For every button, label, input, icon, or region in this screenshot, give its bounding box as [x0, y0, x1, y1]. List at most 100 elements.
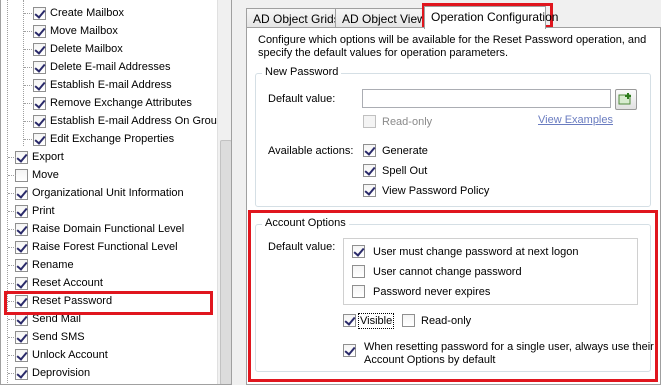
cannot-change-password-checkbox[interactable]	[352, 265, 365, 278]
tree-item-label: Rename	[32, 259, 74, 271]
intro-text: Configure which options will be availabl…	[258, 34, 647, 59]
account-readonly-option[interactable]: Read-only	[402, 314, 471, 327]
tree-item-label: Raise Domain Functional Level	[32, 223, 185, 235]
tree-item-label: Delete Mailbox	[50, 43, 123, 55]
password-never-expires-label: Password never expires	[373, 285, 491, 298]
tree-scrollbar[interactable]	[217, 0, 231, 384]
view-password-policy-label: View Password Policy	[382, 184, 490, 197]
tree-item[interactable]: Delete Mailbox	[33, 40, 123, 58]
tree-item-checkbox[interactable]	[33, 114, 46, 128]
insert-template-icon	[618, 93, 631, 105]
tree-connector	[8, 211, 16, 212]
tab-ad-object-views[interactable]: AD Object Views	[335, 8, 432, 28]
tree-item[interactable]: Remove Exchange Attributes	[33, 94, 192, 112]
tree-item[interactable]: Unlock Account	[15, 346, 108, 364]
tree-connector	[24, 121, 32, 122]
tree-item-checkbox[interactable]	[15, 204, 28, 218]
tree-item[interactable]: Raise Domain Functional Level	[15, 220, 184, 238]
action-spell-out[interactable]: Spell Out	[363, 164, 427, 177]
tree-item[interactable]: Move Mailbox	[33, 22, 118, 40]
account-options-list: User must change password at next logon …	[343, 238, 638, 305]
tree-item[interactable]: Export	[15, 148, 64, 166]
visible-checkbox[interactable]	[343, 314, 356, 327]
tree-guide-line	[23, 0, 24, 146]
account-readonly-checkbox[interactable]	[402, 314, 415, 327]
tree-item[interactable]: Raise Forest Functional Level	[15, 238, 178, 256]
tree-item-label: Move Mailbox	[50, 25, 118, 37]
operations-tree: Create Mailbox Move Mailbox Delete Mailbox…	[0, 0, 232, 385]
option-must-change-password[interactable]: User must change password at next logon	[352, 245, 578, 258]
tree-item[interactable]: Move	[15, 166, 59, 184]
tree-item-label: Reset Password	[32, 295, 113, 307]
tree-item-checkbox[interactable]	[15, 276, 28, 290]
tree-item[interactable]: Reset Account	[15, 274, 103, 292]
tree-item-checkbox[interactable]	[15, 330, 28, 344]
default-password-input[interactable]	[362, 89, 611, 108]
password-never-expires-checkbox[interactable]	[352, 285, 365, 298]
tree-connector	[24, 13, 32, 14]
tree-item-checkbox[interactable]	[15, 366, 28, 380]
tree-item[interactable]: Rename	[15, 256, 74, 274]
tree-item-checkbox[interactable]	[15, 168, 28, 182]
tree-item-label: Reset Account	[32, 277, 103, 289]
tree-item[interactable]: Deprovision	[15, 364, 90, 382]
action-generate[interactable]: Generate	[363, 144, 428, 157]
tree-connector	[8, 229, 16, 230]
tab-label: AD Object Grids	[253, 12, 340, 26]
tree-item-checkbox[interactable]	[15, 150, 28, 164]
account-default-value-label: Default value:	[268, 241, 336, 253]
insert-template-button[interactable]	[615, 89, 637, 110]
action-view-password-policy[interactable]: View Password Policy	[363, 184, 489, 197]
visible-label: Visible	[357, 312, 395, 329]
tree-item[interactable]: Delete E-mail Addresses	[33, 58, 170, 76]
tree-item[interactable]: Send SMS	[15, 328, 85, 346]
tree-item-checkbox[interactable]	[33, 24, 46, 38]
tree-item-checkbox[interactable]	[33, 96, 46, 110]
tree-item-label: Establish E-mail Address	[50, 79, 172, 91]
tree-item-checkbox[interactable]	[15, 222, 28, 236]
tree-item-checkbox[interactable]	[15, 348, 28, 362]
tree-item-checkbox[interactable]	[15, 294, 28, 308]
tree-item-label: Print	[32, 205, 55, 217]
generate-checkbox[interactable]	[363, 144, 376, 157]
readonly-password-option[interactable]: Read-only	[363, 115, 432, 128]
tree-item[interactable]: Establish E-mail Address On Group	[33, 112, 223, 130]
tree-item-checkbox[interactable]	[15, 240, 28, 254]
option-password-never-expires[interactable]: Password never expires	[352, 285, 490, 298]
tree-connector	[24, 85, 32, 86]
tree-item-checkbox[interactable]	[33, 6, 46, 20]
tree-item[interactable]: Establish E-mail Address	[33, 76, 172, 94]
tree-item[interactable]: Organizational Unit Information	[15, 184, 184, 202]
tab-ad-object-grids[interactable]: AD Object Grids	[246, 8, 340, 28]
tree-item[interactable]: Edit Exchange Properties	[33, 130, 174, 148]
tree-item-checkbox[interactable]	[33, 42, 46, 56]
tree-item-label: Unlock Account	[32, 349, 108, 361]
view-examples-link[interactable]: View Examples	[538, 114, 613, 126]
single-user-option[interactable]: When resetting password for a single use…	[343, 341, 654, 367]
tree-item-checkbox[interactable]	[15, 186, 28, 200]
readonly-password-label: Read-only	[382, 115, 433, 128]
tree-item[interactable]: Send Mail	[15, 310, 81, 328]
single-user-checkbox[interactable]	[343, 344, 356, 357]
tree-connector	[8, 283, 16, 284]
readonly-password-checkbox[interactable]	[363, 115, 376, 128]
tree-item[interactable]: Reset Password	[15, 292, 112, 310]
tree-item-checkbox[interactable]	[33, 60, 46, 74]
tree-item[interactable]: Create Mailbox	[33, 4, 124, 22]
tab-operation-configuration[interactable]: Operation Configuration	[424, 6, 558, 29]
view-password-policy-checkbox[interactable]	[363, 184, 376, 197]
option-cannot-change-password[interactable]: User cannot change password	[352, 265, 522, 278]
tree-item-checkbox[interactable]	[33, 132, 46, 146]
tree-scrollbar-thumb[interactable]	[220, 140, 231, 384]
tree-item-label: Export	[32, 151, 64, 163]
must-change-password-checkbox[interactable]	[352, 245, 365, 258]
tree-item-checkbox[interactable]	[15, 312, 28, 326]
tree-connector	[8, 247, 16, 248]
tree-item-checkbox[interactable]	[33, 78, 46, 92]
tree-item-checkbox[interactable]	[15, 258, 28, 272]
tree-item[interactable]: Print	[15, 202, 55, 220]
visible-option[interactable]: Visible	[343, 312, 395, 329]
spell-out-checkbox[interactable]	[363, 164, 376, 177]
available-actions-label: Available actions:	[268, 145, 354, 157]
tree-item-label: Delete E-mail Addresses	[50, 61, 171, 73]
